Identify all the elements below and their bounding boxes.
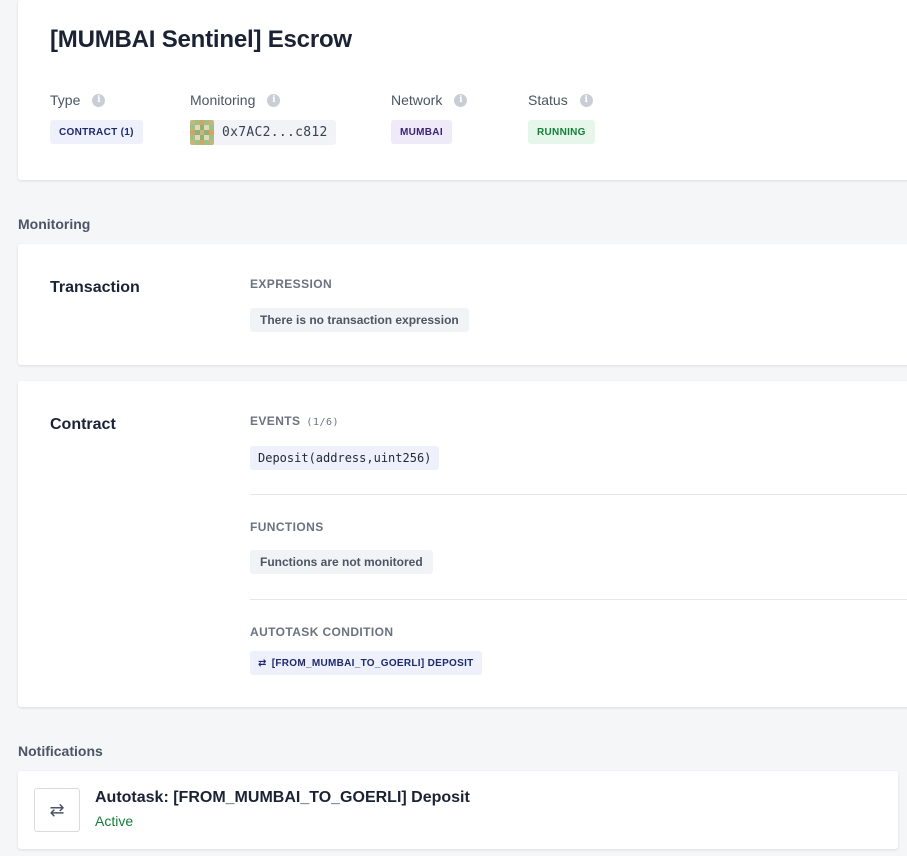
notification-title: Autotask: [FROM_MUMBAI_TO_GOERLI] Deposi…	[95, 789, 470, 806]
events-count: (1/6)	[306, 417, 340, 428]
status-label: Status	[528, 92, 568, 108]
info-icon[interactable]: i	[92, 93, 106, 107]
address-text: 0x7AC2...c812	[222, 125, 328, 140]
expression-label: EXPRESSION	[250, 277, 333, 291]
monitored-address[interactable]: 0x7AC2...c812	[190, 120, 336, 145]
monitoring-label: Monitoring	[190, 92, 256, 108]
divider	[250, 494, 907, 495]
autotask-condition-label: AUTOTASK CONDITION	[250, 625, 394, 639]
functions-value: Functions are not monitored	[250, 550, 433, 574]
autotask-condition-chip[interactable]: ⇄ [FROM_MUMBAI_TO_GOERLI] DEPOSIT	[250, 651, 482, 675]
event-chip: Deposit(address,uint256)	[250, 446, 440, 470]
sentinel-header-card: [MUMBAI Sentinel] Escrow Type i Monitorin…	[18, 0, 907, 180]
page-title: [MUMBAI Sentinel] Escrow	[50, 26, 352, 53]
type-field: Type i	[50, 91, 106, 109]
events-label-text: EVENTS	[250, 414, 301, 428]
type-badge: CONTRACT (1)	[50, 120, 143, 144]
transaction-title: Transaction	[50, 279, 140, 296]
repeat-icon: ⇄	[34, 788, 80, 832]
network-field: Network i	[391, 91, 468, 109]
monitoring-field: Monitoring i	[190, 91, 281, 109]
info-icon[interactable]: i	[454, 93, 468, 107]
notifications-section-heading: Notifications	[18, 743, 103, 759]
notification-item[interactable]: ⇄ Autotask: [FROM_MUMBAI_TO_GOERLI] Depo…	[18, 771, 898, 849]
status-badge: RUNNING	[528, 120, 595, 144]
info-icon[interactable]: i	[267, 93, 281, 107]
repeat-icon: ⇄	[258, 657, 267, 669]
address-identicon-icon	[190, 120, 214, 145]
network-label: Network	[391, 92, 443, 108]
autotask-condition-text: [FROM_MUMBAI_TO_GOERLI] DEPOSIT	[271, 657, 474, 669]
contract-title: Contract	[50, 416, 116, 433]
expression-value: There is no transaction expression	[250, 308, 469, 332]
info-icon[interactable]: i	[579, 93, 593, 107]
transaction-card: Transaction EXPRESSION There is no trans…	[18, 244, 907, 365]
network-badge: MUMBAI	[391, 120, 452, 144]
type-label: Type	[50, 92, 81, 108]
notification-status: Active	[95, 813, 134, 829]
divider	[250, 599, 907, 600]
contract-card: Contract EVENTS (1/6) Deposit(address,uin…	[18, 381, 907, 707]
monitoring-section-heading: Monitoring	[18, 216, 91, 232]
status-field: Status i	[528, 91, 593, 109]
events-label: EVENTS (1/6)	[250, 414, 339, 428]
functions-label: FUNCTIONS	[250, 520, 324, 534]
